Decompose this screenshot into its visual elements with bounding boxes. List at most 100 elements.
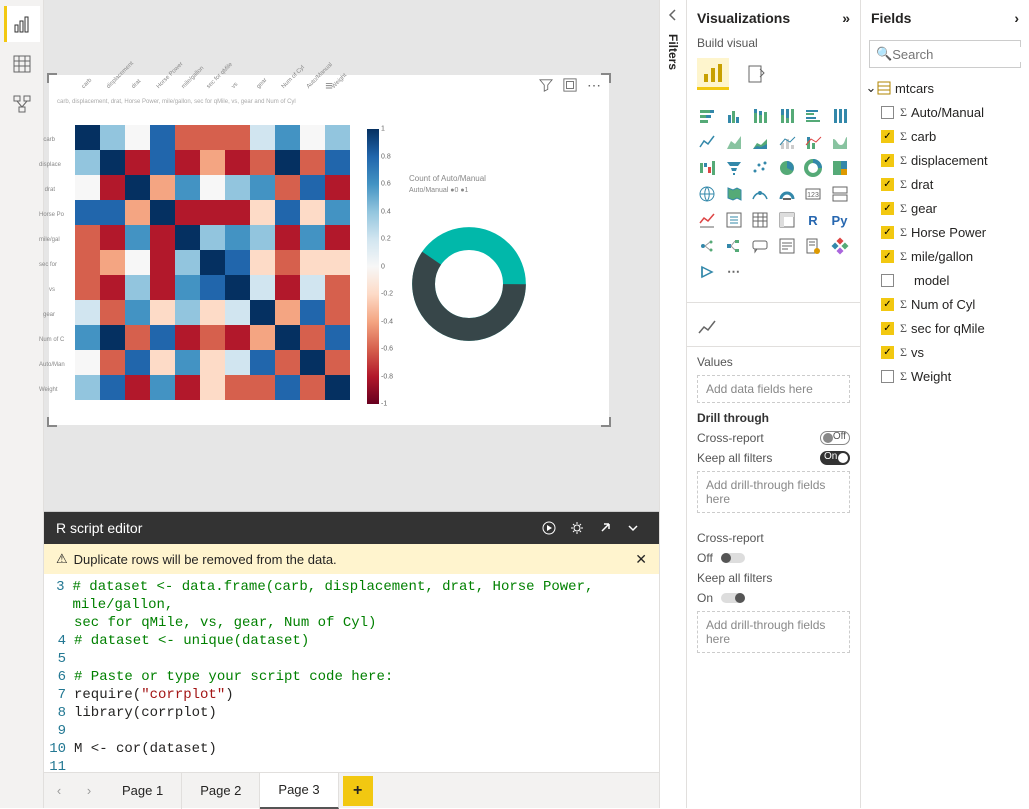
field-weight[interactable]: ΣWeight — [865, 364, 1025, 388]
viz-table[interactable] — [748, 208, 772, 232]
fields-title: Fields — [871, 10, 911, 26]
field-sec-for-qmile[interactable]: ✓Σsec for qMile — [865, 316, 1025, 340]
cross-report-slider[interactable] — [721, 553, 745, 563]
viz-stacked-bar-100[interactable] — [775, 104, 799, 128]
more-icon[interactable]: ⋯ — [587, 77, 601, 94]
fields-expand-button[interactable]: › — [1014, 10, 1019, 26]
viz-narrative[interactable] — [775, 234, 799, 258]
viz-gauge[interactable] — [775, 182, 799, 206]
add-page-button[interactable]: + — [343, 776, 373, 806]
expand-left-icon[interactable] — [666, 8, 680, 22]
checkbox[interactable]: ✓ — [881, 226, 894, 239]
page-tab[interactable]: Page 1 — [104, 773, 182, 809]
r-code-area[interactable]: 3# dataset <- data.frame(carb, displacem… — [44, 574, 659, 772]
field-carb[interactable]: ✓Σcarb — [865, 124, 1025, 148]
field-displacement[interactable]: ✓Σdisplacement — [865, 148, 1025, 172]
checkbox[interactable] — [881, 274, 894, 287]
viz-stacked-bar-h[interactable] — [695, 104, 719, 128]
viz-expand-button[interactable]: » — [842, 10, 850, 26]
field-model[interactable]: model — [865, 268, 1025, 292]
viz-line-column[interactable] — [775, 130, 799, 154]
viz-more[interactable]: ⋯ — [722, 260, 746, 284]
search-input[interactable] — [892, 47, 1029, 62]
viz-area-chart[interactable] — [722, 130, 746, 154]
drill-drop-2[interactable]: Add drill-through fields here — [697, 611, 850, 653]
viz-pie[interactable] — [775, 156, 799, 180]
viz-qa-visual[interactable] — [748, 234, 772, 258]
checkbox[interactable]: ✓ — [881, 154, 894, 167]
viz-py-visual[interactable]: Py — [828, 208, 852, 232]
checkbox[interactable]: ✓ — [881, 346, 894, 359]
r-visual-frame[interactable]: ≡ ⋯ carb, displacement, drat, Horse Powe… — [49, 75, 609, 425]
viz-ribbon-chart[interactable] — [828, 130, 852, 154]
data-view-button[interactable] — [4, 46, 40, 82]
table-mtcars[interactable]: ⌄ mtcars — [865, 76, 1025, 100]
viz-key-influencers[interactable] — [695, 234, 719, 258]
format-visual-mode[interactable] — [741, 58, 773, 90]
checkbox[interactable]: ✓ — [881, 250, 894, 263]
viz-apps[interactable] — [828, 234, 852, 258]
fields-search[interactable]: 🔍 — [869, 40, 1021, 68]
viz-line-chart[interactable] — [695, 130, 719, 154]
viz-clustered-bar-h[interactable] — [801, 104, 825, 128]
checkbox[interactable]: ✓ — [881, 202, 894, 215]
field-vs[interactable]: ✓Σvs — [865, 340, 1025, 364]
field-gear[interactable]: ✓Σgear — [865, 196, 1025, 220]
r-editor-warning: ⚠ Duplicate rows will be removed from th… — [44, 544, 659, 574]
viz-stacked-bar-v[interactable] — [748, 104, 772, 128]
viz-azure-map[interactable] — [748, 182, 772, 206]
checkbox[interactable]: ✓ — [881, 322, 894, 335]
viz-paginated[interactable] — [801, 234, 825, 258]
viz-get-visuals[interactable] — [695, 260, 719, 284]
viz-waterfall[interactable] — [695, 156, 719, 180]
report-view-button[interactable] — [4, 6, 40, 42]
field-drat[interactable]: ✓Σdrat — [865, 172, 1025, 196]
viz-decomposition[interactable] — [722, 234, 746, 258]
viz-treemap[interactable] — [828, 156, 852, 180]
field-num-of-cyl[interactable]: ✓ΣNum of Cyl — [865, 292, 1025, 316]
viz-card[interactable]: 123 — [801, 182, 825, 206]
filter-icon[interactable] — [539, 78, 553, 92]
field-mile-gallon[interactable]: ✓Σmile/gallon — [865, 244, 1025, 268]
viz-funnel[interactable] — [722, 156, 746, 180]
field-horse-power[interactable]: ✓ΣHorse Power — [865, 220, 1025, 244]
popout-button[interactable] — [591, 514, 619, 542]
viz-filled-map[interactable] — [722, 182, 746, 206]
tab-nav-next[interactable]: › — [74, 773, 104, 809]
viz-matrix[interactable] — [775, 208, 799, 232]
keep-filters-slider[interactable] — [721, 593, 745, 603]
warning-close-button[interactable]: ✕ — [635, 551, 647, 568]
viz-line-stacked-column[interactable] — [801, 130, 825, 154]
script-options-button[interactable] — [563, 514, 591, 542]
drill-drop-1[interactable]: Add drill-through fields here — [697, 471, 850, 513]
keep-filters-toggle[interactable]: On — [820, 451, 850, 465]
cross-report-toggle[interactable]: Off — [820, 431, 850, 445]
collapse-button[interactable] — [619, 514, 647, 542]
viz-multi-card[interactable] — [828, 182, 852, 206]
page-tab[interactable]: Page 2 — [182, 773, 260, 809]
filters-pane-collapsed[interactable]: Filters — [659, 0, 687, 808]
viz-stacked-area[interactable] — [748, 130, 772, 154]
checkbox[interactable]: ✓ — [881, 298, 894, 311]
viz-map[interactable] — [695, 182, 719, 206]
viz-slicer[interactable] — [722, 208, 746, 232]
checkbox[interactable] — [881, 370, 894, 383]
tab-nav-prev[interactable]: ‹ — [44, 773, 74, 809]
viz-kpi[interactable] — [695, 208, 719, 232]
field-auto-manual[interactable]: ΣAuto/Manual — [865, 100, 1025, 124]
focus-icon[interactable] — [563, 78, 577, 92]
run-script-button[interactable] — [535, 514, 563, 542]
values-drop[interactable]: Add data fields here — [697, 375, 850, 403]
viz-clustered-bar[interactable] — [722, 104, 746, 128]
checkbox[interactable] — [881, 106, 894, 119]
viz-scatter[interactable] — [748, 156, 772, 180]
viz-r-visual[interactable]: R — [801, 208, 825, 232]
checkbox[interactable]: ✓ — [881, 178, 894, 191]
model-view-button[interactable] — [4, 86, 40, 122]
build-visual-mode[interactable] — [697, 58, 729, 90]
viz-donut[interactable] — [801, 156, 825, 180]
analytics-icon[interactable] — [697, 317, 717, 337]
viz-column-100[interactable] — [828, 104, 852, 128]
page-tab[interactable]: Page 3 — [260, 773, 338, 809]
checkbox[interactable]: ✓ — [881, 130, 894, 143]
